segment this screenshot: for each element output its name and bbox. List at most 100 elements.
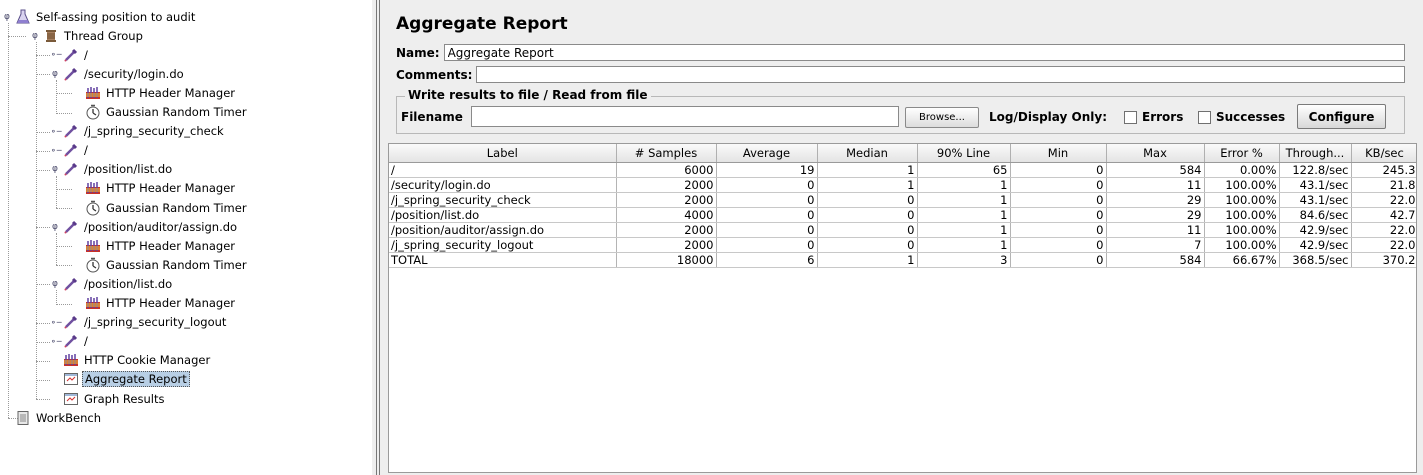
tree-item[interactable]: Aggregate Report <box>50 370 190 389</box>
tree-item[interactable]: φ Thread Group <box>30 26 145 45</box>
tree-item[interactable]: Gaussian Random Timer <box>72 198 249 217</box>
timer-icon <box>85 104 101 120</box>
column-header[interactable]: Through... <box>1279 144 1352 163</box>
tree-item-label: /j_spring_security_logout <box>84 315 227 330</box>
tree-expanded-toggle-icon[interactable]: φ <box>50 279 60 289</box>
column-header[interactable]: KB/sec <box>1351 144 1416 163</box>
name-input[interactable] <box>443 44 1405 61</box>
successes-checkbox-box[interactable] <box>1198 110 1211 124</box>
table-cell: 4000 <box>616 207 717 223</box>
column-header[interactable]: Label <box>389 144 617 163</box>
table-row[interactable]: /6000 19 1 65 0 584 0.00% 122.8/sec 245.3 <box>389 162 1416 178</box>
table-row[interactable]: TOTAL 18000 6 1 3 0 584 66.67% 368.5/sec 370.2 <box>389 252 1416 268</box>
table-cell: 370.2 <box>1351 252 1416 268</box>
tree-item[interactable]: ⚬─ / <box>50 141 90 160</box>
tree-item[interactable]: φ/position/auditor/assign.do <box>50 217 239 236</box>
browse-button[interactable]: Browse... <box>905 107 979 128</box>
table-header-row: Label # Samples Average Median 90% Line Min Ma… <box>389 144 1416 163</box>
tree-collapsed-toggle-icon[interactable]: ⚬─ <box>50 50 62 59</box>
tree-collapsed-toggle-icon[interactable]: ⚬─ <box>50 127 62 136</box>
table-cell: 1 <box>817 162 918 178</box>
table-row[interactable]: /position/auditor/assign.do 2000 0 0 1 0 11 100… <box>389 222 1416 238</box>
table-row[interactable]: /j_spring_security_logout 2000 0 0 1 0 7 100.00… <box>389 237 1416 253</box>
workbench-icon <box>15 410 31 426</box>
tree-item[interactable]: WorkBench <box>2 408 103 427</box>
pipette-icon <box>63 161 79 177</box>
table-cell: /position/auditor/assign.do <box>389 222 617 238</box>
header-manager-icon <box>85 180 101 196</box>
tree-expanded-toggle-icon[interactable]: φ <box>50 69 60 79</box>
table-cell: 29 <box>1106 207 1205 223</box>
tree-collapsed-toggle-icon[interactable]: ⚬─ <box>50 146 62 155</box>
table-cell: 0 <box>817 192 918 208</box>
column-header[interactable]: # Samples <box>616 144 717 163</box>
tree-item[interactable]: ⚬─ / <box>50 45 90 64</box>
column-header[interactable]: Max <box>1106 144 1205 163</box>
flask-icon <box>15 9 31 25</box>
table-cell: 1 <box>917 177 1011 193</box>
tree-item[interactable]: φ/position/list.do <box>50 160 174 179</box>
successes-checkbox[interactable]: Successes <box>1198 110 1285 124</box>
table-cell: 43.1/sec <box>1279 177 1352 193</box>
tree-item-label: /position/list.do <box>84 276 173 291</box>
table-cell: 2000 <box>616 192 717 208</box>
errors-checkbox[interactable]: Errors <box>1124 110 1183 124</box>
table-cell: 21.8 <box>1351 177 1416 193</box>
table-cell: 0 <box>716 177 818 193</box>
tree-item-label: / <box>84 143 88 158</box>
tree-item[interactable]: HTTP Header Manager <box>72 236 237 255</box>
tree-expanded-toggle-icon[interactable]: φ <box>30 31 40 41</box>
results-table[interactable]: Label # Samples Average Median 90% Line Min Ma… <box>388 143 1417 473</box>
filename-input[interactable] <box>471 106 899 127</box>
tree-item[interactable]: φ Self-assing position to audit <box>2 7 197 26</box>
column-header[interactable]: Median <box>817 144 918 163</box>
tree-item-label: /security/login.do <box>84 66 184 81</box>
timer-icon <box>85 200 101 216</box>
column-header[interactable]: Min <box>1010 144 1107 163</box>
errors-checkbox-box[interactable] <box>1124 110 1137 124</box>
table-cell: 2000 <box>616 237 717 253</box>
table-row[interactable]: /position/list.do 4000 0 0 1 0 29 100.00% 84.6/s… <box>389 207 1416 223</box>
tree-collapsed-toggle-icon[interactable]: ⚬─ <box>50 337 62 346</box>
tree-expanded-toggle-icon[interactable]: φ <box>50 164 60 174</box>
test-plan-tree[interactable]: φ Self-assing position to audit φ Thread Gr… <box>0 0 372 475</box>
tree-item[interactable]: Graph Results <box>50 389 166 408</box>
table-cell: 584 <box>1106 252 1205 268</box>
tree-item[interactable]: HTTP Header Manager <box>72 294 237 313</box>
table-cell: 42.9/sec <box>1279 222 1352 238</box>
column-header[interactable]: Average <box>716 144 818 163</box>
table-row[interactable]: /security/login.do 2000 0 1 1 0 11 100.00% 43.1/… <box>389 177 1416 193</box>
tree-item[interactable]: HTTP Header Manager <box>72 179 237 198</box>
table-cell: 100.00% <box>1204 237 1280 253</box>
column-header[interactable]: 90% Line <box>917 144 1011 163</box>
tree-item[interactable]: HTTP Cookie Manager <box>50 351 212 370</box>
panel-splitter[interactable] <box>372 0 386 475</box>
header-manager-icon <box>85 295 101 311</box>
tree-item[interactable]: ⚬─ /j_spring_security_logout <box>50 313 228 332</box>
table-cell: 0 <box>716 192 818 208</box>
configure-button[interactable]: Configure <box>1297 104 1386 129</box>
tree-item[interactable]: Gaussian Random Timer <box>72 103 249 122</box>
column-header[interactable]: Error % <box>1204 144 1280 163</box>
table-row[interactable]: /j_spring_security_check 2000 0 0 1 0 29 100.00… <box>389 192 1416 208</box>
table-cell: 0 <box>716 237 818 253</box>
tree-item[interactable]: ⚬─ /j_spring_security_check <box>50 122 226 141</box>
tree-item[interactable]: ⚬─ / <box>50 332 90 351</box>
splitter-grip[interactable] <box>376 0 381 475</box>
tree-collapsed-toggle-icon[interactable]: ⚬─ <box>50 318 62 327</box>
tree-item[interactable]: φ/position/list.do <box>50 274 174 293</box>
tree-item[interactable]: φ/security/login.do <box>50 64 186 83</box>
table-cell: /position/list.do <box>389 207 617 223</box>
comments-input[interactable] <box>476 66 1405 83</box>
tree-item-label: Thread Group <box>64 28 143 43</box>
table-cell: 19 <box>716 162 818 178</box>
tree-expanded-toggle-icon[interactable]: φ <box>50 222 60 232</box>
tree-expanded-toggle-icon[interactable]: φ <box>2 12 12 22</box>
cookie-manager-icon <box>63 352 79 368</box>
table-cell: 0 <box>1010 162 1107 178</box>
pipette-icon <box>63 66 79 82</box>
tree-item[interactable]: Gaussian Random Timer <box>72 255 249 274</box>
spool-icon <box>43 28 59 44</box>
table-cell: 100.00% <box>1204 177 1280 193</box>
tree-item[interactable]: HTTP Header Manager <box>72 83 237 102</box>
